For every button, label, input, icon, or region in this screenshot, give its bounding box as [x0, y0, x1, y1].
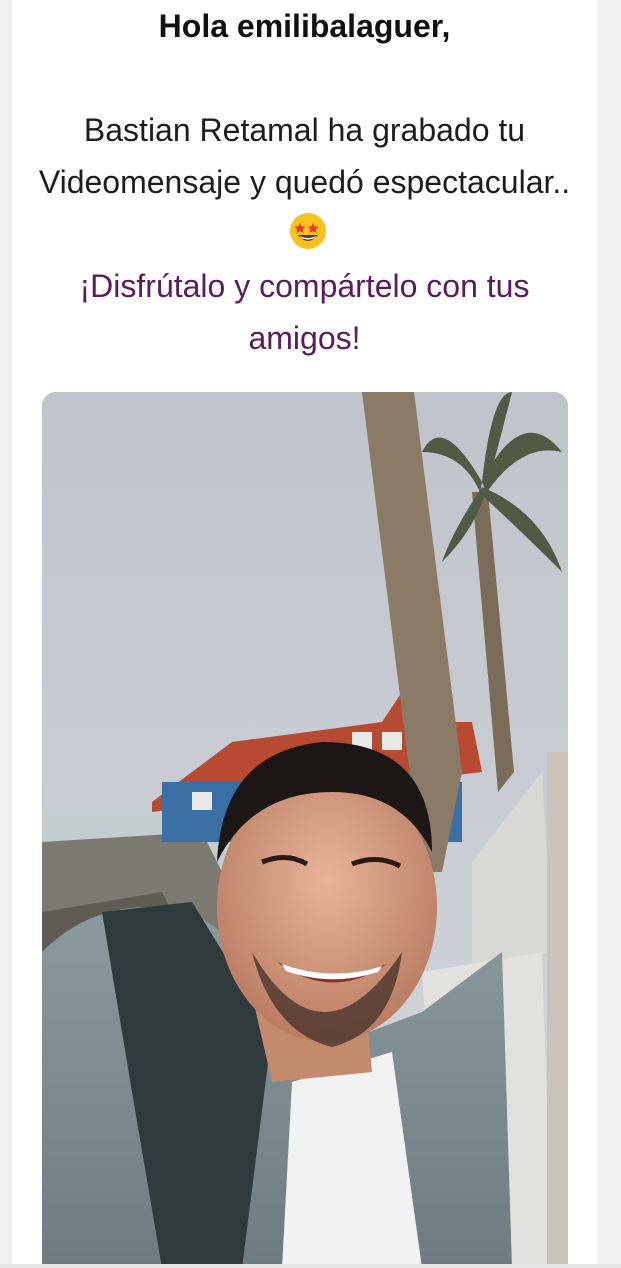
message-block: Bastian Retamal ha grabado tu Videomensa… — [30, 104, 579, 364]
message-text: Bastian Retamal ha grabado tu Videomensa… — [38, 112, 571, 200]
star-struck-emoji-icon — [288, 211, 328, 251]
email-body: Hola emilibalaguer, Bastian Retamal ha g… — [12, 0, 597, 1268]
video-thumbnail-icon — [42, 392, 568, 1268]
cta-text: ¡Disfrútalo y compártelo con tus amigos! — [79, 268, 530, 356]
bottom-divider — [0, 1264, 621, 1268]
video-thumbnail[interactable] — [42, 392, 568, 1268]
greeting-heading: Hola emilibalaguer, — [158, 8, 451, 44]
